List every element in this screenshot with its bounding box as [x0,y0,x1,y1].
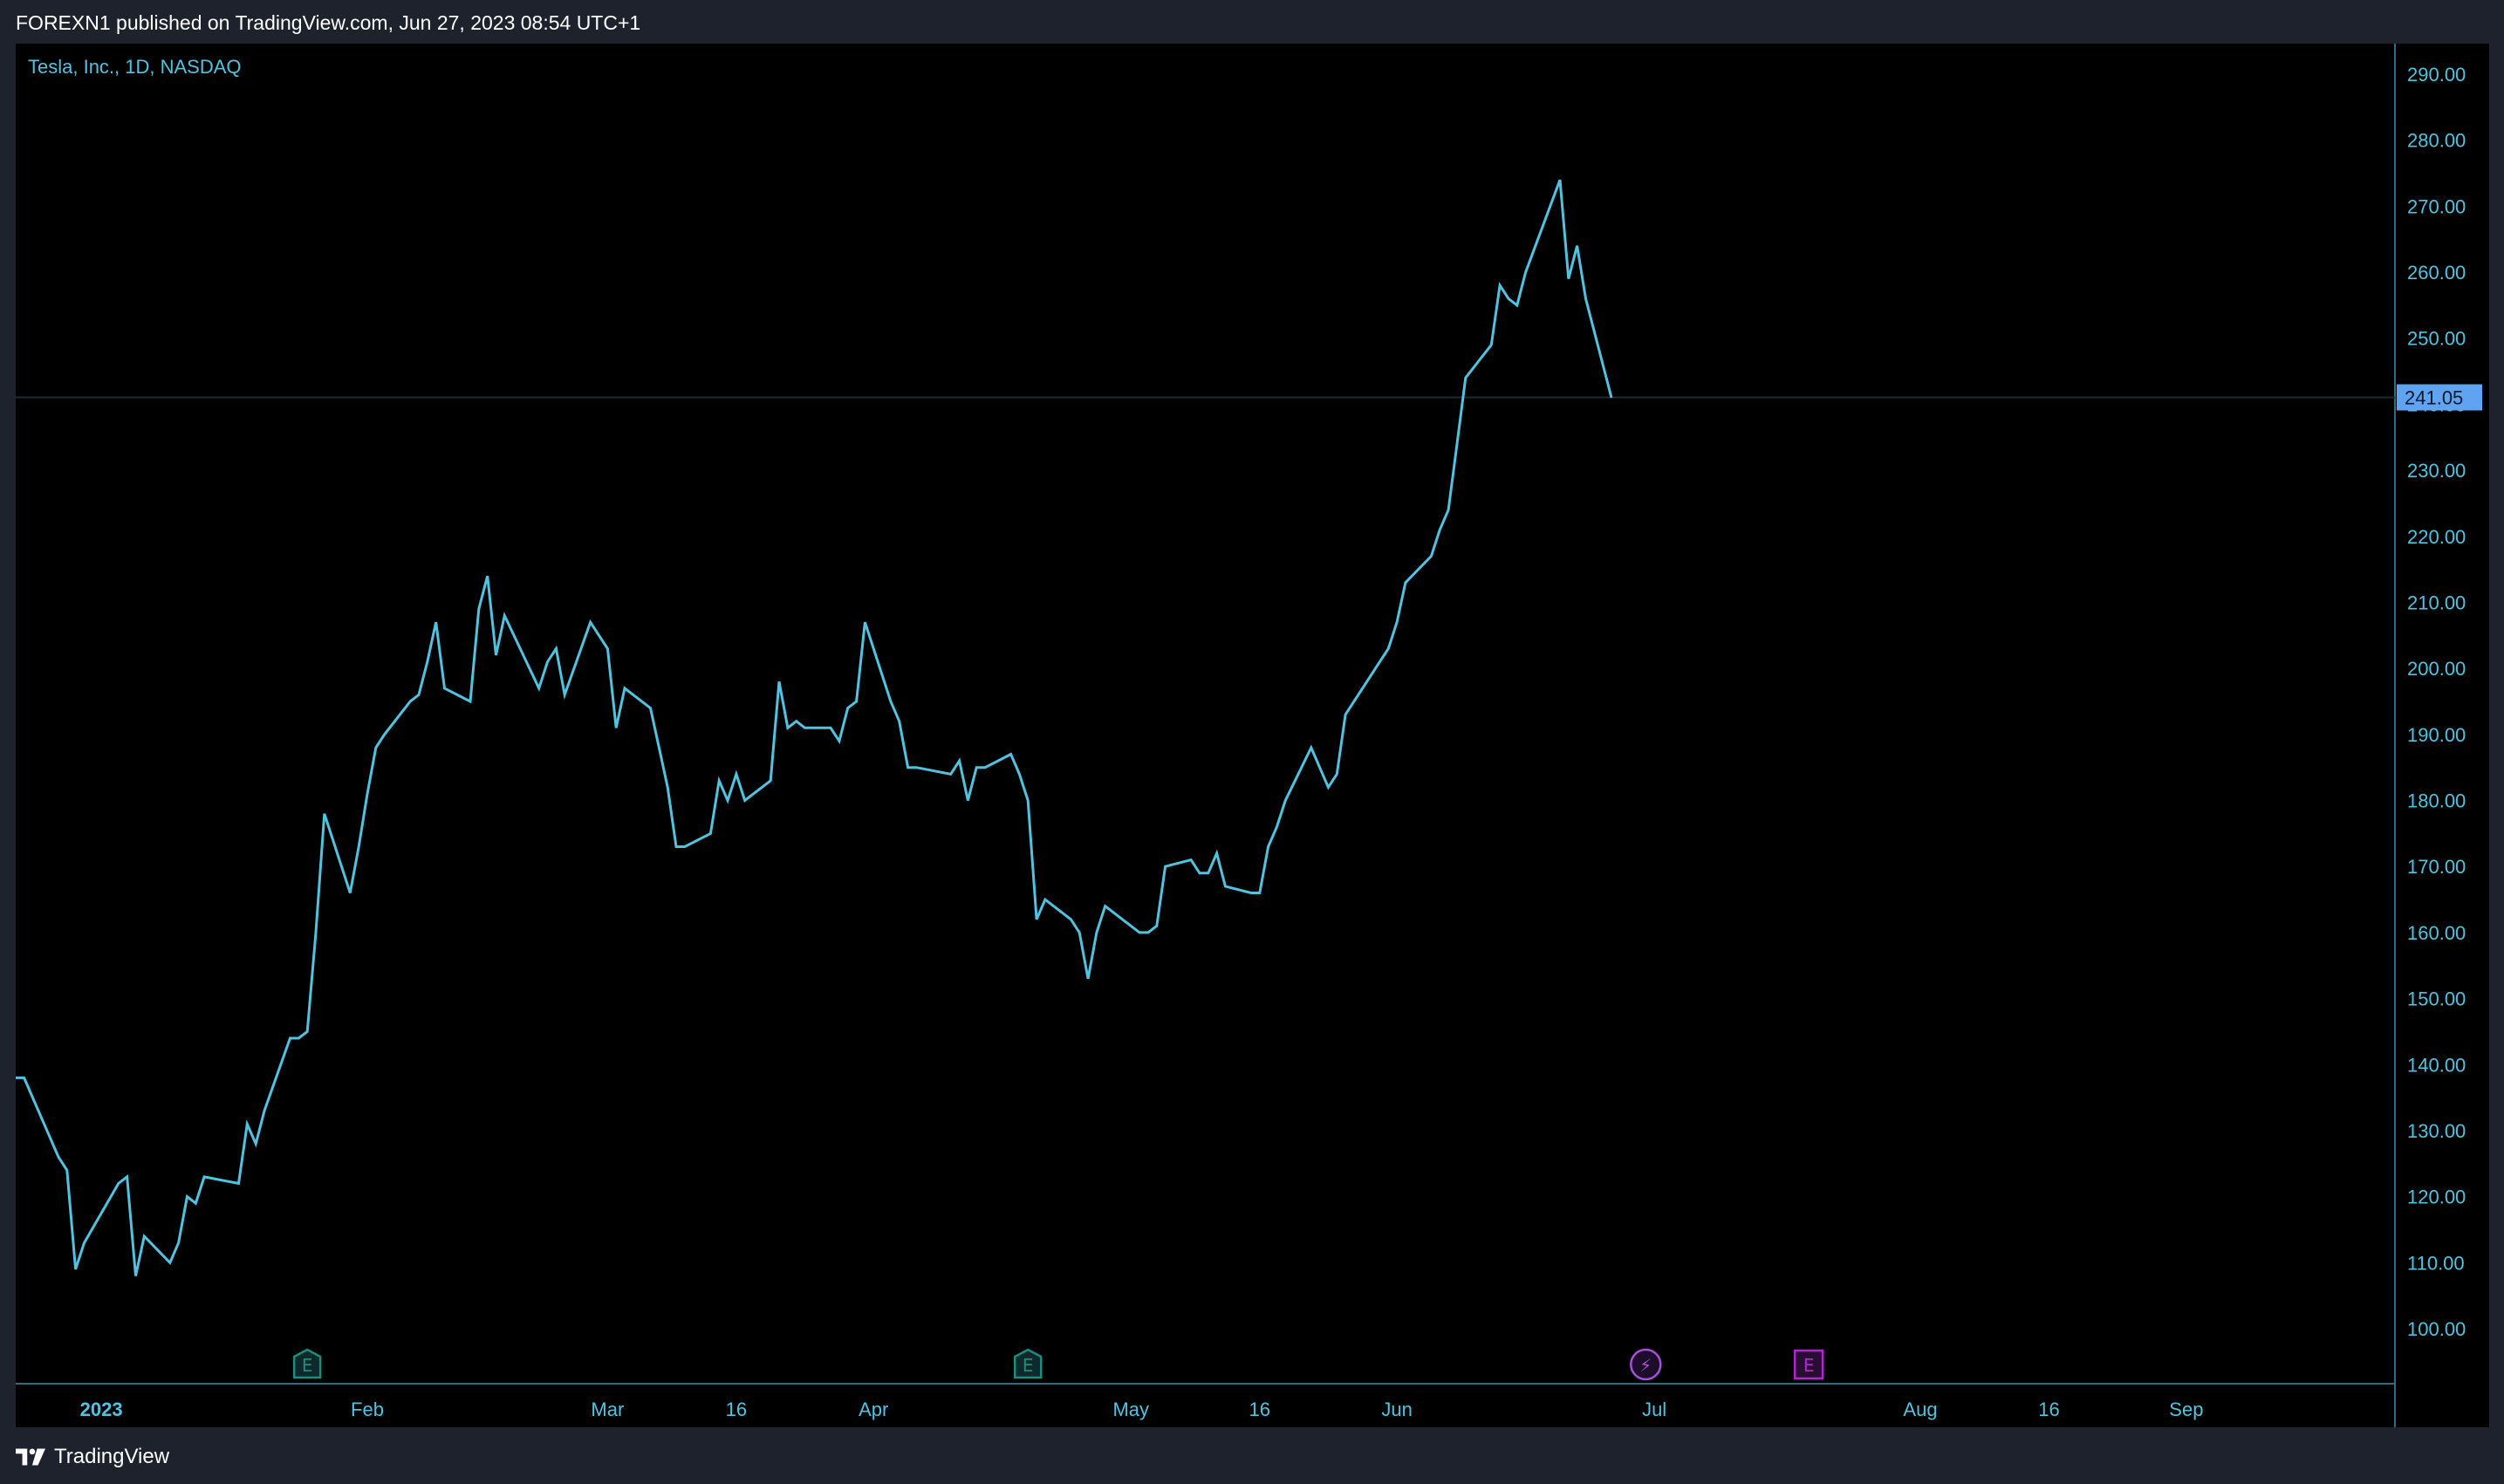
x-tick-label: Mar [591,1399,624,1420]
x-tick-label: Apr [859,1399,888,1420]
y-tick-label: 200.00 [2407,658,2466,680]
y-tick-label: 100.00 [2407,1318,2466,1340]
tradingview-logo-icon [16,1448,45,1466]
last-price-label: 241.05 [2405,386,2463,408]
event-marker-label: E [302,1355,313,1376]
x-tick-label: May [1112,1399,1149,1420]
y-tick-label: 140.00 [2407,1054,2466,1076]
y-tick-label: 130.00 [2407,1120,2466,1142]
x-tick-label: Sep [2169,1399,2203,1420]
x-tick-label: 2023 [80,1399,123,1420]
event-marker-label: E [1803,1355,1815,1376]
chart-frame: FOREXN1 published on TradingView.com, Ju… [0,0,2504,1484]
y-tick-label: 260.00 [2407,262,2466,284]
y-tick-label: 150.00 [2407,988,2466,1010]
last-price-badge: 241.05 [2397,384,2482,411]
y-tick-label: 220.00 [2407,526,2466,548]
x-tick-label: 16 [1249,1399,1270,1420]
x-tick-label: Jul [1642,1399,1666,1420]
y-tick-label: 120.00 [2407,1187,2466,1208]
split-event-icon[interactable]: ⚡ [1630,1348,1662,1381]
y-tick-label: 270.00 [2407,195,2466,217]
tradingview-logo[interactable]: TradingView [16,1445,169,1469]
x-tick-label: 16 [726,1399,747,1420]
earnings-event-icon[interactable]: E [1793,1349,1824,1380]
y-tick-label: 160.00 [2407,922,2466,944]
y-tick-label: 290.00 [2407,64,2466,85]
x-tick-label: Feb [351,1399,384,1420]
y-tick-label: 230.00 [2407,460,2466,482]
price-chart[interactable]: 100.00 110.00 120.00 130.00 140.00 150.00 160.… [0,0,2504,1484]
event-marker-label: ⚡ [1639,1355,1652,1376]
footer: TradingView [0,1427,2504,1484]
x-tick-label: Aug [1903,1399,1937,1420]
y-tick-label: 180.00 [2407,790,2466,812]
event-marker-label: E [1023,1355,1034,1376]
y-tick-label: 250.00 [2407,328,2466,350]
y-tick-label: 190.00 [2407,724,2466,746]
chart-title: Tesla, Inc., 1D, NASDAQ [28,56,242,78]
y-tick-label: 170.00 [2407,856,2466,878]
x-tick-label: 16 [2038,1399,2059,1420]
y-tick-label: 210.00 [2407,592,2466,613]
footer-brand: TradingView [54,1445,170,1468]
x-tick-label: Jun [1381,1399,1412,1420]
earnings-event-icon[interactable]: E [1013,1348,1043,1379]
y-tick-label: 280.00 [2407,130,2466,152]
y-tick-label: 110.00 [2407,1252,2465,1274]
earnings-event-icon[interactable]: E [292,1348,322,1379]
plot-area[interactable] [16,44,2395,1384]
